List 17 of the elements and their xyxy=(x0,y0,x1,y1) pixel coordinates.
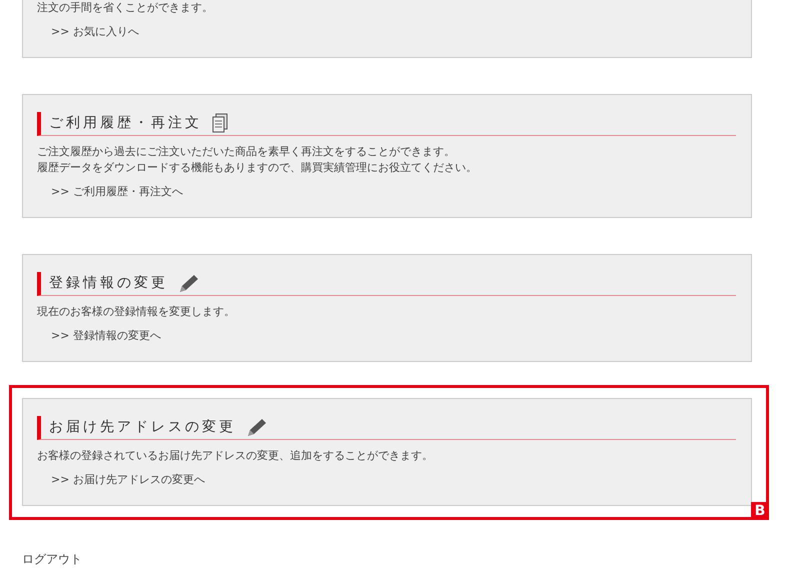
section-link[interactable]: >> 登録情報の変更へ xyxy=(51,328,161,343)
logout-link[interactable]: ログアウト xyxy=(22,551,82,568)
section-title: お届け先アドレスの変更 xyxy=(49,418,236,436)
annotation-badge: B xyxy=(751,502,769,520)
description-text: 履歴データをダウンロードする機能もありますので、購買実績管理にお役立てください。 xyxy=(37,160,478,176)
section-link[interactable]: >> ご利用履歴・再注文へ xyxy=(51,184,183,199)
description-text: ご注文履歴から過去にご注文いただいた商品を素早く再注文をすることができます。 xyxy=(37,144,456,160)
description-text: お客様の登録されているお届け先アドレスの変更、追加をすることができます。 xyxy=(37,448,434,464)
pencil-icon xyxy=(178,273,200,293)
section-link[interactable]: >> お届け先アドレスの変更へ xyxy=(51,472,205,487)
description-text: 現在のお客様の登録情報を変更します。 xyxy=(37,304,236,320)
section-link[interactable]: >> お気に入りへ xyxy=(51,24,139,39)
pencil-icon xyxy=(246,417,268,437)
section-title: 登録情報の変更 xyxy=(49,274,168,292)
description-text: 注文の手間を省くことができます。 xyxy=(37,0,214,16)
document-icon xyxy=(212,113,228,133)
section-title: ご利用履歴・再注文 xyxy=(49,114,202,132)
